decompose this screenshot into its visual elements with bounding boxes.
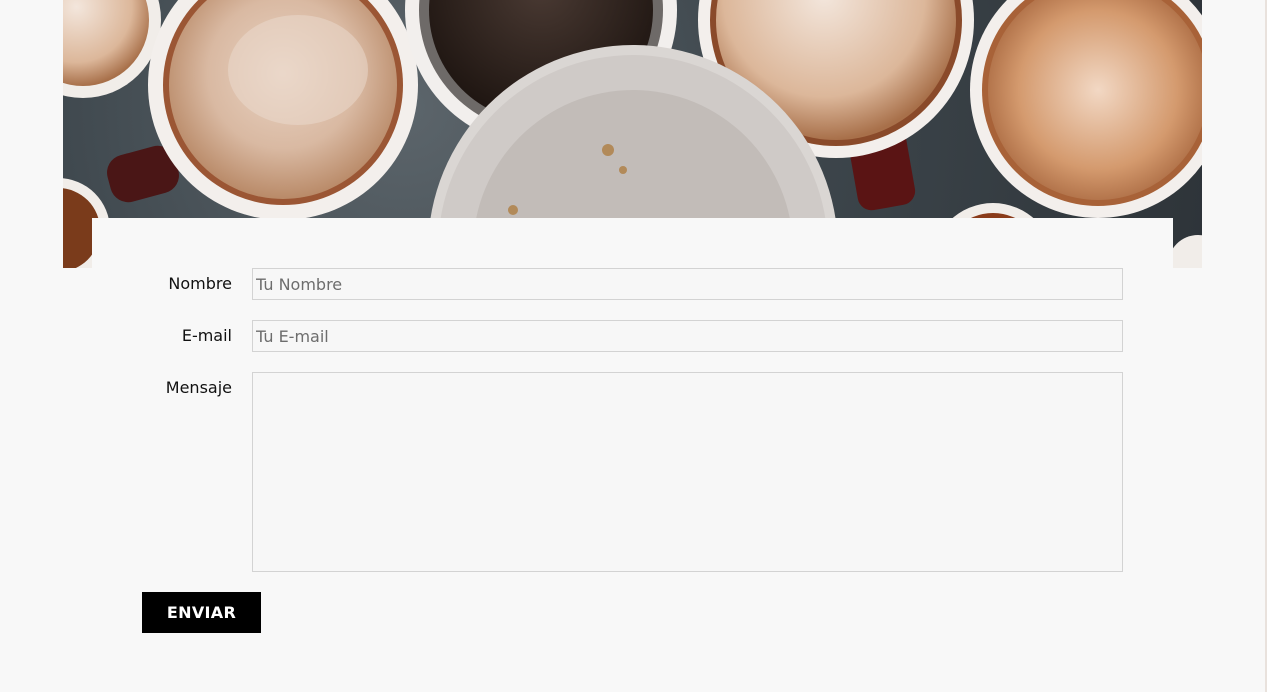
message-label: Mensaje bbox=[165, 378, 232, 397]
email-label: E-mail bbox=[181, 326, 232, 345]
contact-form: Nombre E-mail Mensaje ENVIAR bbox=[92, 218, 1173, 692]
name-label: Nombre bbox=[168, 274, 232, 293]
email-input[interactable] bbox=[252, 320, 1123, 352]
page: Nombre E-mail Mensaje ENVIAR bbox=[0, 0, 1267, 692]
name-input[interactable] bbox=[252, 268, 1123, 300]
submit-button[interactable]: ENVIAR bbox=[142, 592, 261, 633]
message-textarea[interactable] bbox=[252, 372, 1123, 572]
